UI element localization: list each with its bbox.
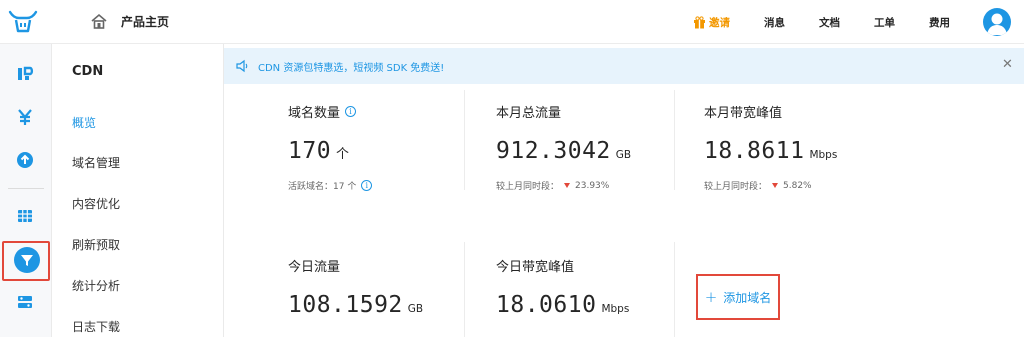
stat-domains-sub: 活跃域名：17 个 i [288,179,373,192]
notice-text[interactable]: CDN 资源包特惠选，短视频 SDK 免费送! [258,59,444,74]
stat-today-peak-label: 今日带宽峰值 [496,260,575,275]
stat-domains-sub-text: 活跃域名：17 个 [288,182,357,192]
stat-today-traffic-number: 108.1592 [288,292,403,318]
stat-today-traffic-value: 108.1592 GB [288,292,423,318]
trend-down-icon [564,183,571,188]
sidebar-title: CDN [72,64,104,79]
nav-invite[interactable]: 邀请 [693,15,730,30]
sidebar-item-statistics[interactable]: 统计分析 [72,277,120,294]
stat-month-peak-sub-pct: 5.82% [783,180,812,191]
stat-month-peak-label: 本月带宽峰值 [704,106,783,121]
user-icon [987,13,1007,35]
dashboard-icon[interactable] [15,64,35,84]
stat-month-traffic-number: 912.3042 [496,138,611,164]
stat-month-traffic-value: 912.3042 GB [496,138,631,164]
rail-divider [8,188,44,189]
nav-billing[interactable]: 费用 [929,15,950,30]
cdn-sidebar: CDN 概览 域名管理 内容优化 刷新预取 统计分析 日志下载 [52,44,224,337]
stat-month-traffic-sub-pct: 23.93% [575,180,610,191]
stat-month-peak-number: 18.8611 [704,138,805,164]
stat-month-peak-sub: 较上月同时段： 5.82% [704,179,812,193]
divider [674,242,675,337]
nav-invite-label: 邀请 [709,17,730,29]
page-title[interactable]: 产品主页 [121,13,169,30]
rail-item-cdn-active[interactable] [2,241,50,281]
nav-tickets[interactable]: 工单 [874,15,895,30]
stat-domains-value: 170 个 [288,138,349,164]
sidebar-item-overview[interactable]: 概览 [72,114,96,131]
plus-icon: + [704,288,718,306]
stat-today-peak-unit: Mbps [601,303,630,315]
grid-icon[interactable] [15,206,35,226]
upload-icon[interactable] [15,150,35,170]
stat-today-traffic-unit: GB [407,303,424,315]
gift-icon [694,16,705,29]
nav-docs[interactable]: 文档 [819,15,840,30]
sidebar-item-content-optimization[interactable]: 内容优化 [72,195,120,212]
stat-month-peak-value: 18.8611 Mbps [704,138,837,164]
sidebar-item-refresh-prefetch[interactable]: 刷新预取 [72,236,120,253]
stat-month-traffic-sub: 较上月同时段： 23.93% [496,179,610,193]
cdn-filter-icon [14,247,40,273]
stat-month-peak-unit: Mbps [809,149,838,161]
trend-down-icon [772,183,779,188]
divider [464,90,465,190]
stat-month-traffic-label: 本月总流量 [496,106,562,121]
stat-domains-label-text: 域名数量 [288,106,341,121]
icon-rail [0,44,52,337]
sidebar-item-log-download[interactable]: 日志下载 [72,318,120,335]
info-icon[interactable]: i [361,180,373,191]
stat-month-traffic-unit: GB [615,149,632,161]
stat-month-peak-sub-prefix: 较上月同时段： [704,182,768,192]
add-domain-button[interactable]: + 添加域名 [696,274,780,320]
sidebar-item-domain-management[interactable]: 域名管理 [72,154,120,171]
info-icon[interactable]: i [345,106,357,117]
stat-domains-label: 域名数量 i [288,102,357,121]
logo-icon[interactable] [8,9,38,35]
speaker-icon [236,59,248,73]
avatar[interactable] [983,8,1011,36]
stat-domains-number: 170 [288,138,332,164]
add-domain-label: 添加域名 [723,290,772,305]
nav-messages[interactable]: 消息 [764,15,785,30]
stat-today-peak-number: 18.0610 [496,292,597,318]
stat-today-traffic-label: 今日流量 [288,260,341,275]
home-icon[interactable] [90,12,108,30]
stat-today-peak-value: 18.0610 Mbps [496,292,629,318]
yen-icon[interactable] [15,107,35,127]
divider [464,242,465,337]
top-bar: 产品主页 邀请 消息 文档 工单 费用 [0,0,1024,44]
settings-list-icon[interactable] [15,292,35,312]
stat-domains-unit: 个 [336,147,350,162]
stat-month-traffic-sub-prefix: 较上月同时段： [496,182,560,192]
notice-banner: CDN 资源包特惠选，短视频 SDK 免费送! ✕ [224,48,1024,84]
divider [674,90,675,190]
close-icon[interactable]: ✕ [1002,57,1013,72]
stats-panel: 域名数量 i 170 个 活跃域名：17 个 i 本月总流量 912.3042 … [224,84,1024,337]
